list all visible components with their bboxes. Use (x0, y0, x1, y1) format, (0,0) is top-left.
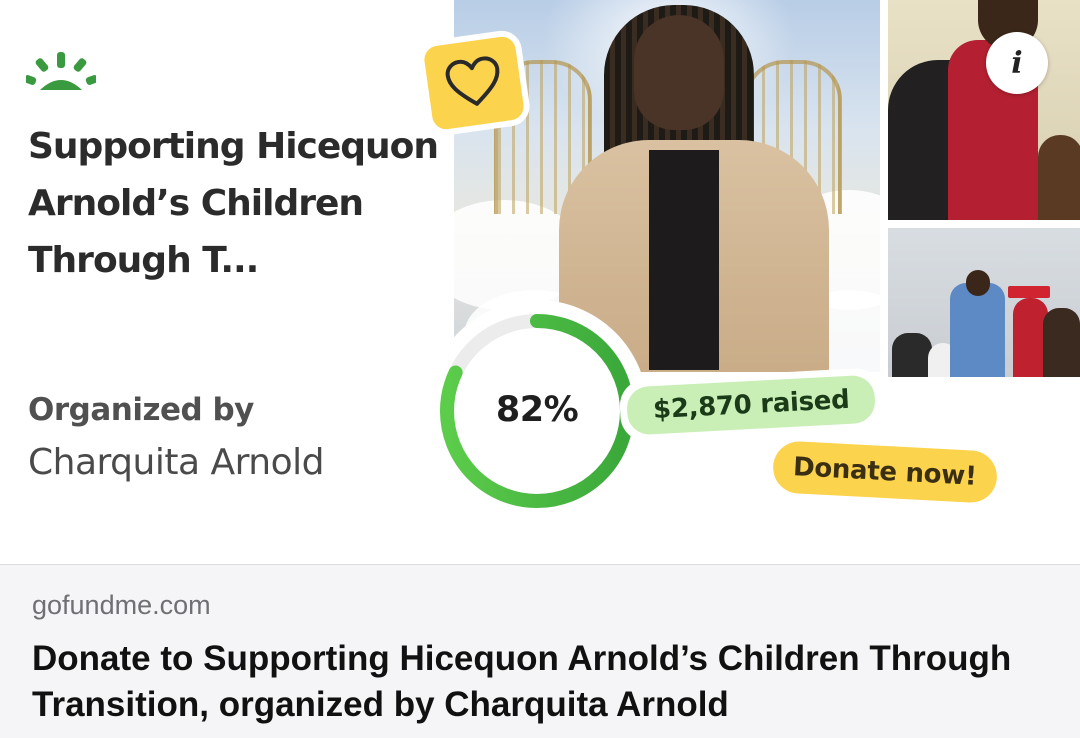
donate-now-button[interactable]: Donate now! (771, 440, 998, 504)
raised-badge: $2,870 raised (618, 367, 884, 443)
organizer-name[interactable]: Charquita Arnold (28, 442, 324, 483)
fundraiser-title[interactable]: Supporting Hicequon Arnold’s Children Th… (28, 118, 448, 289)
family-photo-1 (888, 0, 1080, 220)
info-glyph: i (1011, 45, 1023, 81)
heart-icon (445, 56, 500, 106)
family-photo-2 (888, 228, 1080, 377)
progress-percent: 82% (495, 390, 579, 430)
gofundme-sunrise-icon (26, 52, 96, 90)
info-icon[interactable]: i (986, 32, 1048, 94)
favorite-button[interactable] (422, 35, 526, 131)
raised-amount: $2,870 raised (625, 374, 877, 436)
link-title[interactable]: Donate to Supporting Hicequon Arnold’s C… (32, 636, 1062, 728)
fundraiser-card[interactable]: Supporting Hicequon Arnold’s Children Th… (0, 0, 1080, 565)
link-domain: gofundme.com (32, 590, 211, 620)
organized-by-label: Organized by (28, 392, 254, 428)
